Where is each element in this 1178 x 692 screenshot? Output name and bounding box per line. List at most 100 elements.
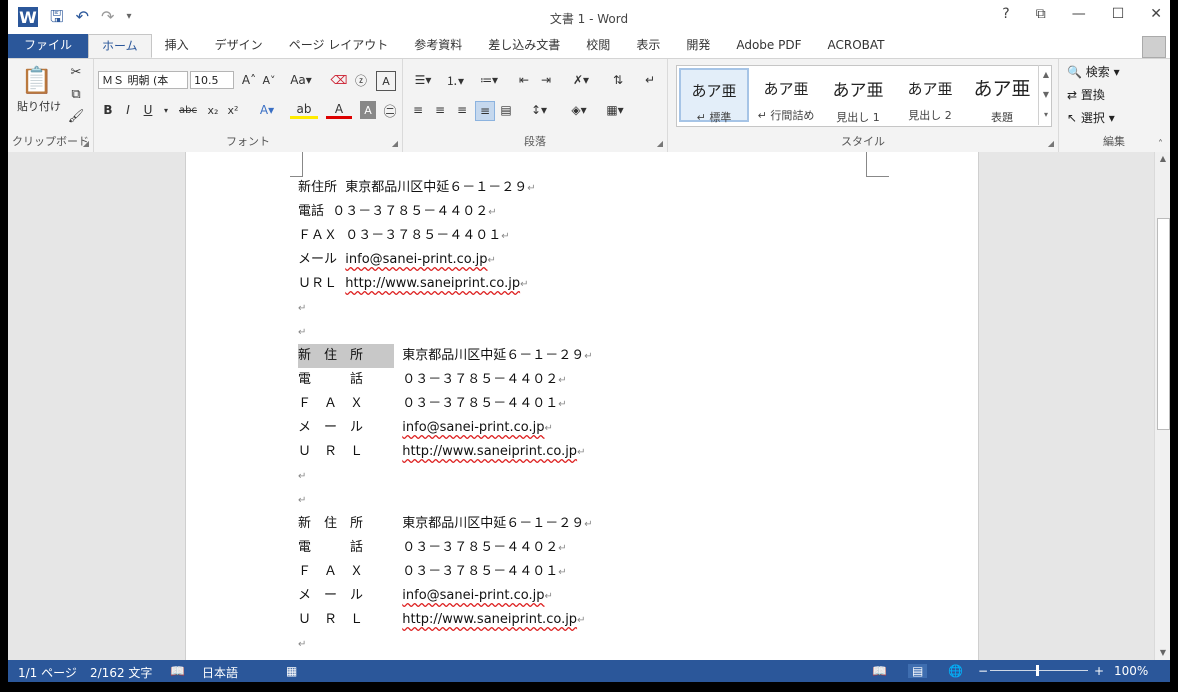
- document-line[interactable]: ↵: [298, 632, 306, 656]
- document-line[interactable]: ↵: [298, 296, 306, 320]
- tab-developer[interactable]: 開発: [673, 34, 723, 58]
- tab-design[interactable]: デザイン: [202, 34, 276, 58]
- grow-font-icon[interactable]: A˄: [240, 71, 258, 89]
- copy-icon[interactable]: ⧉: [66, 85, 86, 103]
- scroll-thumb[interactable]: [1157, 218, 1170, 430]
- document-line[interactable]: 電 話 ０３－３７８５－４４０２↵: [298, 536, 567, 560]
- text-effects-icon[interactable]: A▾: [254, 101, 280, 119]
- clipboard-launcher-icon[interactable]: ◢: [83, 139, 89, 148]
- decrease-indent-icon[interactable]: ⇤: [515, 71, 533, 89]
- document-line[interactable]: ＵＲＬ http://www.saneiprint.co.jp↵: [298, 272, 528, 296]
- select-button[interactable]: ↖ 選択 ▾: [1067, 109, 1115, 126]
- document-line[interactable]: Ｕ Ｒ Ｌ http://www.saneiprint.co.jp↵: [298, 440, 585, 464]
- macro-record-icon[interactable]: ▦: [286, 664, 297, 678]
- page-count[interactable]: 1/1 ページ: [18, 664, 77, 681]
- replace-button[interactable]: ⇄ 置換: [1067, 86, 1105, 103]
- bold-button[interactable]: B: [100, 101, 116, 119]
- show-marks-icon[interactable]: ↵: [641, 71, 659, 89]
- zoom-slider-thumb[interactable]: [1036, 665, 1039, 676]
- find-button[interactable]: 🔍 検索 ▾: [1067, 63, 1120, 80]
- borders-icon[interactable]: ▦▾: [601, 101, 629, 119]
- vertical-scrollbar[interactable]: ▲ ▼: [1154, 152, 1170, 660]
- highlight-icon[interactable]: ab: [290, 101, 318, 119]
- document-page[interactable]: 新住所 東京都品川区中延６－１－２９↵ 電話 ０３－３７８５－４４０２↵ ＦＡＸ ０…: [185, 152, 979, 660]
- document-line[interactable]: ↵: [298, 464, 306, 488]
- italic-button[interactable]: I: [120, 101, 136, 119]
- subscript-icon[interactable]: x₂: [204, 101, 222, 119]
- document-line[interactable]: Ｕ Ｒ Ｌ http://www.saneiprint.co.jp↵: [298, 608, 585, 632]
- justify-icon[interactable]: ≡: [475, 101, 495, 121]
- document-line[interactable]: ↵: [298, 488, 306, 512]
- word-count[interactable]: 2/162 文字: [90, 664, 152, 681]
- help-button[interactable]: ?: [1002, 6, 1009, 22]
- document-line[interactable]: 電話 ０３－３７８５－４４０２↵: [298, 200, 497, 224]
- zoom-level[interactable]: 100%: [1114, 664, 1148, 678]
- tab-view[interactable]: 表示: [623, 34, 673, 58]
- paragraph-launcher-icon[interactable]: ◢: [657, 139, 663, 148]
- document-line[interactable]: ↵: [298, 320, 306, 344]
- close-button[interactable]: ✕: [1150, 6, 1162, 22]
- style-title[interactable]: あア亜 表題: [967, 68, 1037, 124]
- tab-insert[interactable]: 挿入: [152, 34, 202, 58]
- style-no-spacing[interactable]: あア亜 ↵ 行間詰め: [751, 68, 821, 122]
- style-heading-2[interactable]: あア亜 見出し 2: [895, 68, 965, 122]
- numbering-icon[interactable]: ⒈▾: [441, 71, 469, 89]
- language[interactable]: 日本語: [202, 664, 238, 681]
- enclose-characters-icon[interactable]: ㊁: [382, 101, 398, 120]
- east-asian-layout-icon[interactable]: ✗▾: [567, 71, 595, 89]
- font-color-icon[interactable]: A: [326, 101, 352, 119]
- styles-launcher-icon[interactable]: ◢: [1048, 139, 1054, 148]
- cut-icon[interactable]: ✂: [66, 63, 86, 81]
- user-avatar[interactable]: [1142, 36, 1166, 58]
- web-layout-icon[interactable]: 🌐: [948, 664, 963, 678]
- align-right-icon[interactable]: ≡: [453, 101, 471, 119]
- increase-indent-icon[interactable]: ⇥: [537, 71, 555, 89]
- scroll-up-icon[interactable]: ▲: [1155, 152, 1170, 166]
- distributed-icon[interactable]: ▤: [497, 101, 515, 119]
- clear-format-icon[interactable]: ⌫: [330, 71, 348, 89]
- print-layout-icon[interactable]: ▤: [908, 664, 928, 678]
- proofing-icon[interactable]: 📖: [170, 664, 185, 678]
- underline-button[interactable]: U: [140, 101, 156, 119]
- document-line[interactable]: メ ー ル info@sanei-print.co.jp↵: [298, 584, 553, 608]
- multilevel-list-icon[interactable]: ≔▾: [475, 71, 503, 89]
- ribbon-display-button[interactable]: ⧉: [1036, 6, 1046, 22]
- minimize-button[interactable]: —: [1072, 6, 1086, 22]
- font-launcher-icon[interactable]: ◢: [392, 139, 398, 148]
- document-line[interactable]: 新 住 所 東京都品川区中延６－１－２９↵: [298, 344, 593, 368]
- format-painter-icon[interactable]: 🖌: [66, 107, 86, 125]
- document-line[interactable]: Ｆ Ａ Ｘ ０３－３７８５－４４０１↵: [298, 392, 567, 416]
- document-line[interactable]: メール info@sanei-print.co.jp↵: [298, 248, 496, 272]
- character-shading-icon[interactable]: A: [360, 101, 376, 119]
- document-line[interactable]: メ ー ル info@sanei-print.co.jp↵: [298, 416, 553, 440]
- underline-dropdown-icon[interactable]: ▾: [162, 101, 170, 119]
- align-left-icon[interactable]: ≡: [409, 101, 427, 119]
- tab-file[interactable]: ファイル: [8, 34, 89, 58]
- zoom-out-icon[interactable]: −: [978, 664, 988, 678]
- style-heading-1[interactable]: あア亜 見出し 1: [823, 68, 893, 124]
- tab-page-layout[interactable]: ページ レイアウト: [276, 34, 402, 58]
- tab-references[interactable]: 参考資料: [401, 34, 475, 58]
- zoom-in-icon[interactable]: +: [1094, 664, 1104, 678]
- tab-review[interactable]: 校閲: [573, 34, 623, 58]
- align-center-icon[interactable]: ≡: [431, 101, 449, 119]
- collapse-ribbon-icon[interactable]: ˄: [1158, 139, 1163, 150]
- style-normal[interactable]: あア亜 ↵ 標準: [679, 68, 749, 124]
- line-spacing-icon[interactable]: ↕▾: [525, 101, 553, 119]
- read-mode-icon[interactable]: 📖: [872, 664, 887, 678]
- sort-icon[interactable]: ⇅: [609, 71, 627, 89]
- phonetic-guide-icon[interactable]: ⓩ: [352, 71, 370, 89]
- document-line[interactable]: 新 住 所 東京都品川区中延６－１－２９↵: [298, 512, 593, 536]
- shading-icon[interactable]: ◈▾: [565, 101, 593, 119]
- bullets-icon[interactable]: ☰▾: [409, 71, 437, 89]
- tab-home[interactable]: ホーム: [88, 34, 152, 58]
- document-line[interactable]: 電 話 ０３－３７８５－４４０２↵: [298, 368, 567, 392]
- paste-icon[interactable]: 📋: [20, 65, 54, 97]
- document-line[interactable]: Ｆ Ａ Ｘ ０３－３７８５－４４０１↵: [298, 560, 567, 584]
- styles-down-icon[interactable]: ▼: [1039, 85, 1053, 105]
- character-border-icon[interactable]: A: [376, 71, 396, 91]
- tab-mailings[interactable]: 差し込み文書: [475, 34, 573, 58]
- styles-more-icon[interactable]: ▾: [1039, 105, 1053, 125]
- shrink-font-icon[interactable]: A˅: [260, 71, 278, 89]
- superscript-icon[interactable]: x²: [224, 101, 242, 119]
